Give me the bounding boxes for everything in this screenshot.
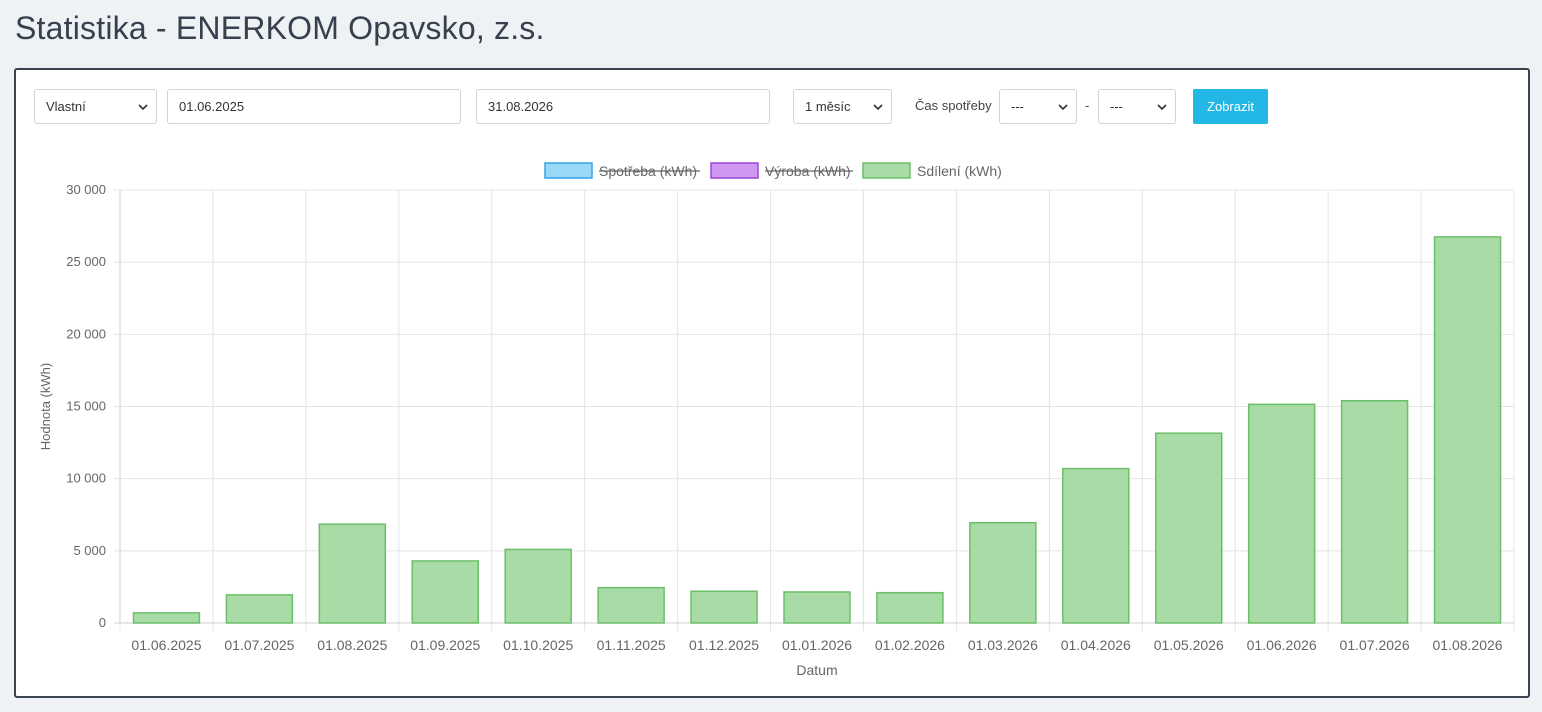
legend-swatch [544,162,593,179]
bar [132,612,201,624]
x-tick-label: 01.11.2025 [597,637,666,653]
bar [318,523,387,624]
x-tick-label: 01.09.2025 [410,637,480,653]
y-tick-label: 0 [99,615,106,630]
bar [1247,403,1316,624]
bar [597,586,665,624]
x-tick-label: 01.02.2026 [875,637,945,653]
x-tick-label: 01.07.2025 [224,637,294,653]
y-tick-label: 30 000 [66,182,106,197]
bar [1062,467,1130,624]
x-tick-label: 01.01.2026 [782,637,852,653]
bar [411,560,480,624]
x-tick-label: 01.07.2026 [1340,637,1410,653]
legend-swatch [710,162,759,179]
bar [1340,399,1409,624]
bar [690,590,758,624]
y-tick-label: 15 000 [66,399,106,414]
bar [504,548,572,624]
x-tick-label: 01.04.2026 [1061,637,1131,653]
bar [783,591,851,624]
x-tick-label: 01.08.2026 [1432,637,1502,653]
x-tick-label: 01.06.2025 [131,637,201,653]
bar [1154,432,1223,624]
statistics-card: Vlastní 01.06.2025 31.08.2026 1 měsíc Ča… [14,68,1530,698]
legend-swatch [862,162,911,179]
x-tick-label: 01.05.2026 [1154,637,1224,653]
x-tick-label: 01.08.2025 [317,637,387,653]
y-tick-label: 5 000 [73,543,106,558]
x-axis-title: Datum [796,662,837,678]
x-tick-label: 01.10.2025 [503,637,573,653]
legend-label: Sdílení (kWh) [917,163,1002,179]
y-axis-title: Hodnota (kWh) [38,363,53,450]
bar [225,594,294,624]
x-tick-label: 01.06.2026 [1247,637,1317,653]
y-tick-label: 20 000 [66,326,106,341]
page-title: Statistika - ENERKOM Opavsko, z.s. [15,10,545,46]
bar [969,521,1037,624]
bar-chart: 0 5 000 10 000 15 000 20 000 25 000 30 000 01.0… [38,162,1515,678]
bar [1433,236,1502,624]
bar [876,591,944,624]
x-tick-label: 01.03.2026 [968,637,1038,653]
y-tick-label: 25 000 [66,254,106,269]
x-tick-label: 01.12.2025 [689,637,759,653]
y-tick-label: 10 000 [66,471,106,486]
